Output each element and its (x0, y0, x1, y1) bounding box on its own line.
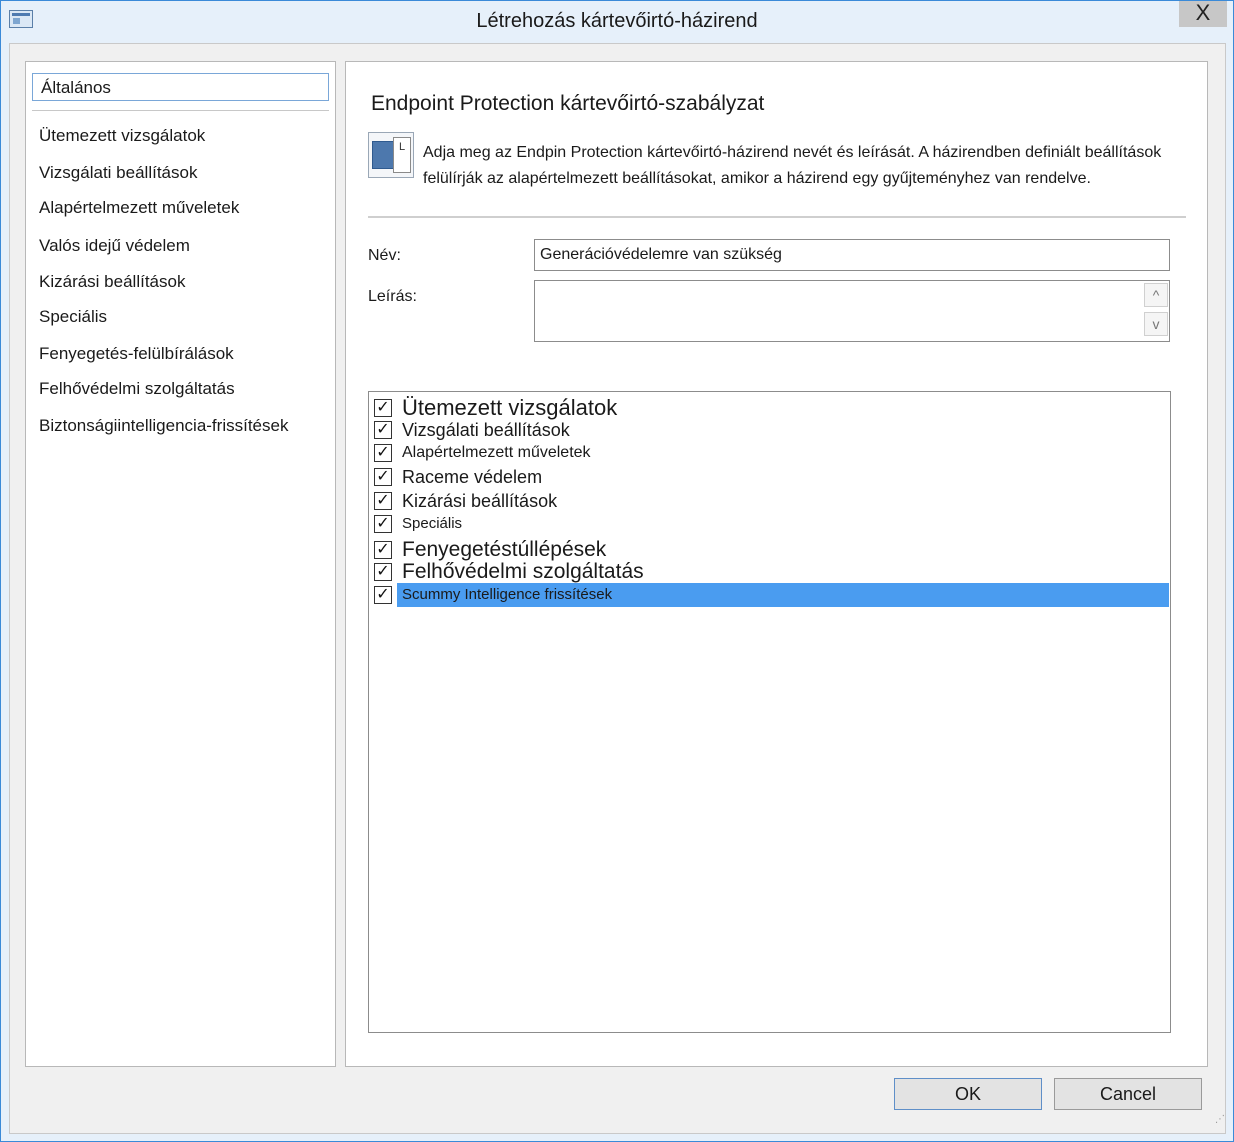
sidebar-item-vizsgalati-beallitasok[interactable]: Vizsgálati beállítások (39, 163, 197, 183)
list-item-label: Ütemezett vizsgálatok (402, 395, 618, 420)
list-item[interactable]: ✓ Speciális (372, 512, 1167, 536)
checkbox-checked-icon[interactable]: ✓ (374, 492, 392, 510)
checkbox-checked-icon[interactable]: ✓ (374, 541, 392, 559)
dialog-window: Létrehozás kártevőirtó-házirend X Általá… (0, 0, 1234, 1142)
sidebar-item-specialis[interactable]: Speciális (39, 307, 107, 327)
list-item-selected[interactable]: ✓ Scummy Intelligence frissítések (372, 583, 1169, 607)
policy-page-graphic: L (393, 137, 411, 173)
list-item[interactable]: ✓ Kizárási beállítások (372, 489, 1167, 513)
sidebar-item-kizarasi-beallitasok[interactable]: Kizárási beállítások (39, 272, 185, 292)
list-item-label: Alapértelmezett műveletek (402, 444, 591, 461)
list-item-label: Felhővédelmi szolgáltatás (402, 560, 644, 583)
close-button[interactable]: X (1179, 1, 1227, 27)
page-title: Endpoint Protection kártevőirtó-szabályz… (371, 92, 765, 115)
resize-grip-icon[interactable]: ⋰ (1215, 1115, 1227, 1129)
scroll-down-icon[interactable]: v (1144, 312, 1168, 336)
list-item[interactable]: ✓ Felhővédelmi szolgáltatás (372, 560, 1167, 584)
section-divider (368, 216, 1186, 218)
list-item[interactable]: ✓ Vizsgálati beállítások (372, 418, 1167, 442)
title-bar: Létrehozás kártevőirtó-házirend X (1, 1, 1233, 43)
sidebar-item-utemezett-vizsgalatok[interactable]: Ütemezett vizsgálatok (39, 126, 205, 146)
description-scroll-area: ^ v (534, 280, 1170, 342)
policy-document-icon: L (368, 132, 414, 178)
list-item-label: Vizsgálati beállítások (402, 420, 570, 440)
checkbox-checked-icon[interactable]: ✓ (374, 563, 392, 581)
checkbox-checked-icon[interactable]: ✓ (374, 515, 392, 533)
list-item-label: Raceme védelem (402, 467, 543, 487)
list-item-label: Speciális (402, 515, 463, 532)
sidebar-item-fenyegetes-felulbiralasok[interactable]: Fenyegetés-felülbírálások (39, 344, 234, 364)
description-text: Adja meg az Endpin Protection kártevőirt… (423, 144, 1162, 187)
checkbox-checked-icon[interactable]: ✓ (374, 444, 392, 462)
cancel-button[interactable]: Cancel (1054, 1078, 1202, 1110)
list-item-label: Kizárási beállítások (402, 491, 558, 511)
scroll-up-icon[interactable]: ^ (1144, 283, 1168, 307)
name-field[interactable]: Generációvédelemre van szükség (534, 239, 1170, 271)
sidebar-item-alapertelmezett-muveletek[interactable]: Alapértelmezett műveletek (39, 198, 239, 218)
checkbox-checked-icon[interactable]: ✓ (374, 421, 392, 439)
list-item[interactable]: ✓ Fenyegetéstúllépések (372, 538, 1167, 562)
ok-button[interactable]: OK (894, 1078, 1042, 1110)
settings-checklist: ✓ Ütemezett vizsgálatok ✓ Vizsgálati beá… (368, 391, 1171, 1033)
sidebar-item-felhovedelmi-szolgaltatas[interactable]: Felhővédelmi szolgáltatás (39, 379, 235, 399)
list-item[interactable]: ✓ Ütemezett vizsgálatok (372, 396, 1167, 420)
policy-sheet-graphic (372, 141, 394, 169)
list-item[interactable]: ✓ Raceme védelem (372, 465, 1167, 489)
sidebar-divider (32, 110, 329, 111)
sidebar-item-valos-ideju-vedelem[interactable]: Valós idejű védelem (39, 236, 190, 256)
checkbox-checked-icon[interactable]: ✓ (374, 399, 392, 417)
list-item[interactable]: ✓ Alapértelmezett műveletek (372, 441, 1167, 465)
checkbox-checked-icon[interactable]: ✓ (374, 586, 392, 604)
main-panel: Endpoint Protection kártevőirtó-szabályz… (345, 61, 1208, 1067)
sidebar-nav: Általános Ütemezett vizsgálatok Vizsgála… (25, 61, 336, 1067)
name-label: Név: (368, 247, 401, 264)
list-item-label: Scummy Intelligence frissítések (397, 583, 1169, 607)
window-title: Létrehozás kártevőirtó-házirend (476, 10, 758, 32)
checkbox-checked-icon[interactable]: ✓ (374, 468, 392, 486)
description-label: Leírás: (368, 288, 417, 305)
sidebar-item-altalanos[interactable]: Általános (32, 73, 329, 101)
sidebar-item-biztonsagi-intelligencia-frissitesek[interactable]: Biztonságiintelligencia-frissítések (39, 416, 288, 436)
list-item-label: Fenyegetéstúllépések (402, 538, 607, 561)
